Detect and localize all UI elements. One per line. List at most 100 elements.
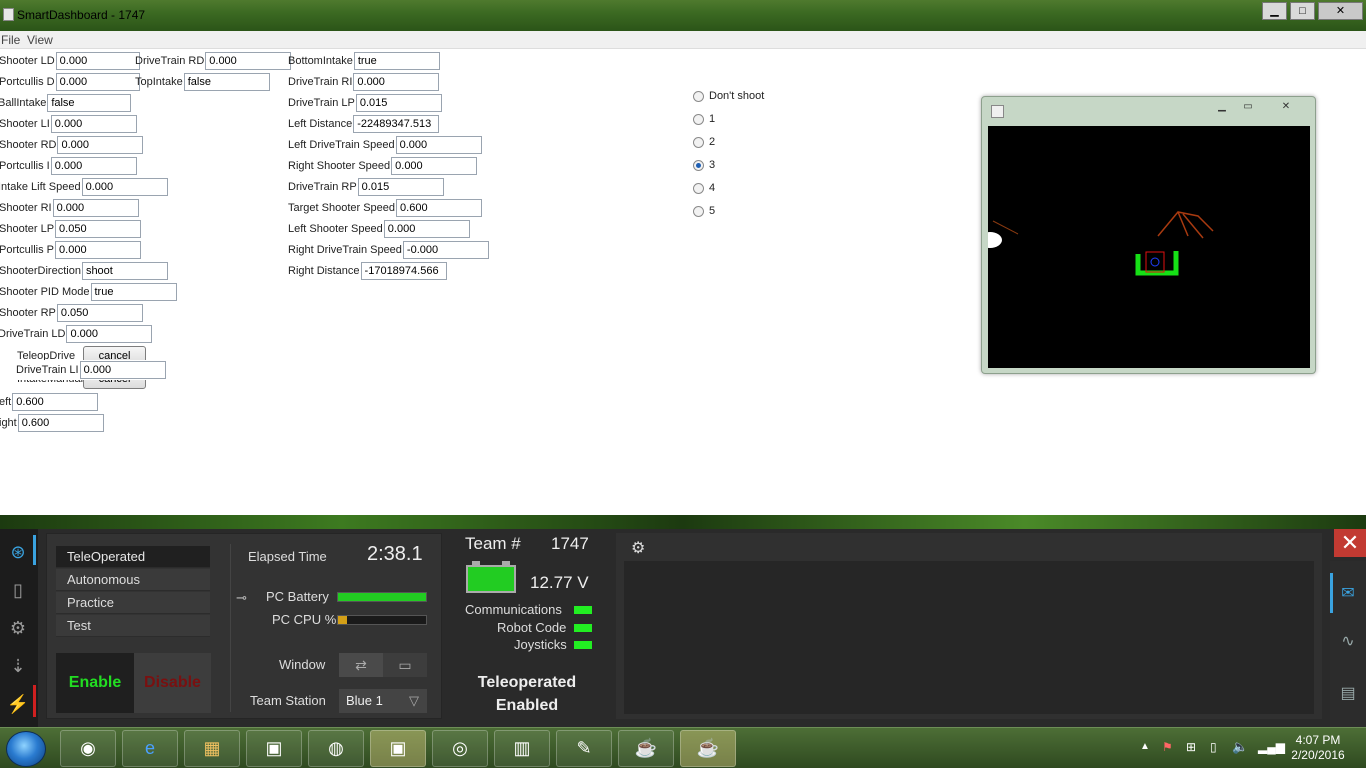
diagnostics-icon[interactable]: ▯ [3,575,33,605]
field-drivetrain-ri: DriveTrain RI 0.000 [288,72,440,92]
radio-4[interactable]: 4 [693,182,715,194]
team-station-select[interactable]: Blue 1 ▽ [339,689,427,713]
radio-button[interactable] [693,182,704,194]
radio-button[interactable] [693,113,704,125]
value-input[interactable]: 0.000 [81,178,168,196]
java-app-icon [3,8,14,21]
steering-wheel-icon[interactable]: ⊛ [3,537,33,567]
clock[interactable]: 4:07 PM 2/20/2016 [1280,733,1356,763]
field-label: Left DriveTrain Speed [288,139,395,151]
show-hidden-icons-icon[interactable]: ▲ [1140,741,1150,752]
enable-button[interactable]: Enable [56,653,134,713]
minimize-button[interactable]: ▁ [1262,2,1287,20]
value-input[interactable]: true [353,52,440,70]
labview-icon[interactable]: ▣ [370,730,426,767]
power-icon[interactable]: ⚡ [3,689,33,719]
clock-time: 4:07 PM [1295,733,1341,747]
value-input[interactable]: 0.000 [57,136,144,154]
windows-icon[interactable]: ⊞ [1186,740,1196,754]
radio-label: 4 [709,182,716,194]
radio-dont-shoot[interactable]: Don't shoot [693,90,764,102]
maximize-button[interactable]: □ [1290,2,1315,20]
camera-maximize-button[interactable]: ▭ [1236,100,1260,115]
value-input[interactable]: 0.000 [353,73,440,91]
value-input[interactable]: 0.000 [50,157,137,175]
radio-3[interactable]: 3 [693,159,715,171]
value-input[interactable]: 0.000 [66,325,153,343]
charts-icon[interactable]: ∿ [1330,621,1366,661]
usb-icon[interactable]: ⇣ [3,651,33,681]
team-number: 1747 [551,534,589,553]
eclipse-icon[interactable]: ◍ [308,730,364,767]
value-input[interactable]: false [47,94,132,112]
communications-indicator [574,606,592,614]
value-input[interactable]: 0.000 [52,199,139,217]
value-input[interactable]: 0.015 [357,178,444,196]
internet-explorer-icon[interactable]: e [122,730,178,767]
value-input[interactable]: -22489347.513 [353,115,440,133]
action-center-icon[interactable]: ⚑ [1162,740,1173,754]
value-input[interactable]: 0.600 [12,393,99,411]
value-input[interactable]: 0.050 [55,220,142,238]
labview-icon[interactable]: ▣ [246,730,302,767]
value-input[interactable]: 0.015 [355,94,442,112]
value-input[interactable]: true [90,283,177,301]
value-input[interactable]: 0.000 [55,73,140,91]
java-icon[interactable]: ☕ [618,730,674,767]
start-button[interactable] [6,731,46,767]
radio-5[interactable]: 5 [693,205,715,217]
mode-test[interactable]: Test [56,615,210,637]
value-input[interactable]: 0.000 [55,241,142,259]
joysticks-indicator [574,641,592,649]
value-input[interactable]: 0.600 [396,199,483,217]
value-input[interactable]: 0.000 [79,361,166,379]
robot-code-label: Robot Code [497,620,567,635]
value-input[interactable]: 0.000 [205,52,292,70]
both-icon[interactable]: ▤ [1330,673,1366,713]
value-input[interactable]: 0.000 [395,136,482,154]
mode-teleoperated[interactable]: TeleOperated [56,546,210,568]
java-icon[interactable]: ☕ [680,730,736,767]
camera-minimize-button[interactable]: ▁ [1210,100,1234,115]
gear-icon[interactable]: ⚙ [3,613,33,643]
window-dock-button[interactable]: ⇄ [339,653,383,677]
value-input[interactable]: 0.000 [391,157,478,175]
value-input[interactable]: false [183,73,270,91]
menu-view[interactable]: View [27,33,53,47]
value-input[interactable]: 0.600 [17,414,104,432]
mode-practice[interactable]: Practice [56,592,210,614]
ds-close-button[interactable]: ✕ [1334,529,1366,557]
title-bar: SmartDashboard - 1747 ▁ □ ✕ [0,0,1366,31]
menu-file[interactable]: File [1,33,20,47]
value-input[interactable]: -0.000 [402,241,489,259]
device-icon[interactable]: ▯ [1210,740,1217,754]
value-input[interactable]: shoot [81,262,168,280]
mode-autonomous[interactable]: Autonomous [56,569,210,591]
file-explorer-icon[interactable]: ▦ [184,730,240,767]
disable-button[interactable]: Disable [134,653,211,713]
value-input[interactable]: 0.050 [56,304,143,322]
window-default-button[interactable]: ▭ [383,653,427,677]
network-app-icon[interactable]: ▥ [494,730,550,767]
driver-station-icon[interactable]: ◎ [432,730,488,767]
camera-close-button[interactable]: ✕ [1274,100,1298,115]
team-station-value: Blue 1 [346,693,383,708]
radio-2[interactable]: 2 [693,136,715,148]
field-left-distance: Left Distance -22489347.513 [288,114,440,134]
field-label: Right DriveTrain Speed [288,244,402,256]
value-input[interactable]: 0.000 [383,220,470,238]
radio-button[interactable] [693,205,704,217]
volume-icon[interactable]: 🔈 [1232,739,1248,755]
close-button[interactable]: ✕ [1318,2,1363,20]
value-input[interactable]: 0.000 [55,52,140,70]
value-input[interactable]: 0.000 [50,115,137,133]
radio-button[interactable] [693,90,704,102]
radio-1[interactable]: 1 [693,113,715,125]
paint-icon[interactable]: ✎ [556,730,612,767]
gear-icon[interactable]: ⚙ [631,538,645,558]
radio-button-selected[interactable] [693,159,704,171]
radio-button[interactable] [693,136,704,148]
value-input[interactable]: -17018974.566 [360,262,447,280]
chrome-icon[interactable]: ◉ [60,730,116,767]
messages-icon[interactable]: ✉ [1330,573,1366,613]
